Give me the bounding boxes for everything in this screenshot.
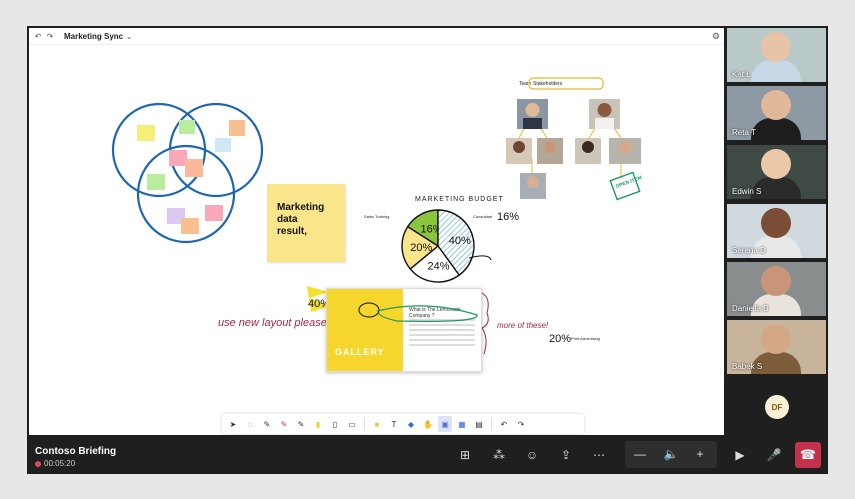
- chevron-down-icon[interactable]: ⌄: [123, 32, 135, 41]
- redo-icon[interactable]: ↷: [44, 32, 56, 41]
- volume-down-button[interactable]: —: [629, 443, 651, 465]
- participant-name: Serena D: [732, 246, 766, 255]
- pie-slice-label: 24%: [428, 261, 450, 273]
- lemonade-card[interactable]: GALLERY What is The Lemonade Company ?: [326, 288, 482, 372]
- pie-label-sales: Sales Training: [364, 214, 389, 219]
- participant-tile[interactable]: Edwin S: [727, 145, 826, 199]
- highlighter-icon[interactable]: ▮: [311, 416, 325, 432]
- sticky-note-icon[interactable]: ■: [370, 416, 384, 432]
- pie-slice-label: 40%: [449, 235, 471, 247]
- participant-face: [761, 208, 791, 238]
- whiteboard-header: ↶ ↷ Marketing Sync ⌄ ⚙: [29, 28, 724, 45]
- more-options-button[interactable]: ⋯: [588, 444, 610, 466]
- participant-face: [761, 149, 791, 179]
- participant-name: Daniella B: [732, 304, 769, 313]
- toolbar-separator: [364, 418, 365, 430]
- sticky-note[interactable]: Marketing data result,: [267, 184, 345, 262]
- template-icon[interactable]: ▣: [438, 416, 452, 432]
- shapes-icon[interactable]: ◆: [404, 416, 418, 432]
- grid-layout-button[interactable]: ⊞: [454, 444, 476, 466]
- participant-face: [761, 266, 791, 296]
- undo-icon[interactable]: ↶: [497, 416, 511, 432]
- pie-slice-label: 20%: [410, 242, 432, 254]
- participant-face: [761, 324, 791, 354]
- apps-button[interactable]: ⁂: [488, 444, 510, 466]
- call-bar: Contoso Briefing 00:05:20 ⊞ ⁂ ☺ ⇪ ⋯ — 🔈 …: [27, 435, 828, 474]
- camera-off-button[interactable]: ▶: [729, 444, 751, 466]
- participant-face: [761, 32, 791, 62]
- mic-button[interactable]: 🎤: [763, 444, 785, 466]
- toolbar-separator: [491, 418, 492, 430]
- pen-red-icon[interactable]: ✎: [277, 416, 291, 432]
- open-item-stamp: OPEN ITEM: [609, 171, 643, 201]
- whiteboard-toolbar: ➤ ◌ ✎ ✎ ✎ ▮ ▯ ▭ ■ T ◆ ✋ ▣ ▦ ▤ ↶ ↷: [222, 414, 584, 434]
- self-avatar[interactable]: DF: [765, 395, 789, 419]
- whiteboard[interactable]: Team Stakeholders OPEN ITEM MARKETING BU…: [29, 28, 724, 435]
- meeting-title: Contoso Briefing: [35, 446, 117, 457]
- pen-black-icon[interactable]: ✎: [260, 416, 274, 432]
- gear-icon[interactable]: ⚙: [712, 31, 720, 42]
- whiteboard-title[interactable]: Marketing Sync: [64, 32, 123, 41]
- budget-title: MARKETING BUDGET: [415, 196, 504, 203]
- handwriting-more: more of these!: [497, 321, 549, 330]
- whiteboard-canvas[interactable]: Team Stakeholders OPEN ITEM MARKETING BU…: [29, 28, 724, 435]
- pie-label-consultant: Consultant: [473, 214, 493, 219]
- elapsed-time: 00:05:20: [44, 459, 76, 468]
- participant-tile[interactable]: Daniella B: [727, 262, 826, 316]
- undo-icon[interactable]: ↶: [32, 32, 44, 41]
- participant-tile[interactable]: Babek S: [727, 320, 826, 374]
- hangup-button[interactable]: ☎: [795, 442, 821, 468]
- select-icon[interactable]: ➤: [226, 416, 240, 432]
- participant-tile[interactable]: Reta T: [727, 86, 826, 140]
- participant-name: Kat L: [732, 70, 751, 79]
- budget-pie: 16%40%24%20%: [401, 209, 475, 283]
- redo-icon[interactable]: ↷: [514, 416, 528, 432]
- image-icon[interactable]: ▦: [455, 416, 469, 432]
- volume-up-button[interactable]: +: [689, 443, 711, 465]
- document-icon[interactable]: ▤: [472, 416, 486, 432]
- participant-face: [761, 90, 791, 120]
- participant-tile[interactable]: Serena D: [727, 204, 826, 258]
- eraser-icon[interactable]: ▭: [345, 416, 359, 432]
- participant-tile[interactable]: Kat L: [727, 28, 826, 82]
- note-20: 20%: [549, 333, 571, 345]
- text-icon[interactable]: T: [387, 416, 401, 432]
- volume-control: — 🔈 +: [625, 441, 717, 468]
- share-button[interactable]: ⇪: [555, 444, 577, 466]
- reactions-icon[interactable]: ✋: [421, 416, 435, 432]
- ruler-icon[interactable]: ▯: [328, 416, 342, 432]
- participant-name: Babek S: [732, 362, 763, 371]
- recording-icon: [35, 460, 41, 467]
- pen-white-icon[interactable]: ✎: [294, 416, 308, 432]
- lasso-icon[interactable]: ◌: [243, 416, 257, 432]
- handwriting-layout: use new layout please: [218, 317, 327, 329]
- card-annotation: [358, 302, 478, 322]
- note-16: 16%: [497, 211, 519, 223]
- stakeholders-label: Stakeholders: [533, 81, 563, 87]
- note-20-caption: Print Advertising: [571, 336, 600, 341]
- recording-status: 00:05:20: [35, 459, 75, 468]
- speaker-icon[interactable]: 🔈: [660, 443, 682, 465]
- participant-name: Edwin S: [732, 187, 762, 196]
- reactions-button[interactable]: ☺: [521, 444, 543, 466]
- participant-name: Reta T: [732, 128, 756, 137]
